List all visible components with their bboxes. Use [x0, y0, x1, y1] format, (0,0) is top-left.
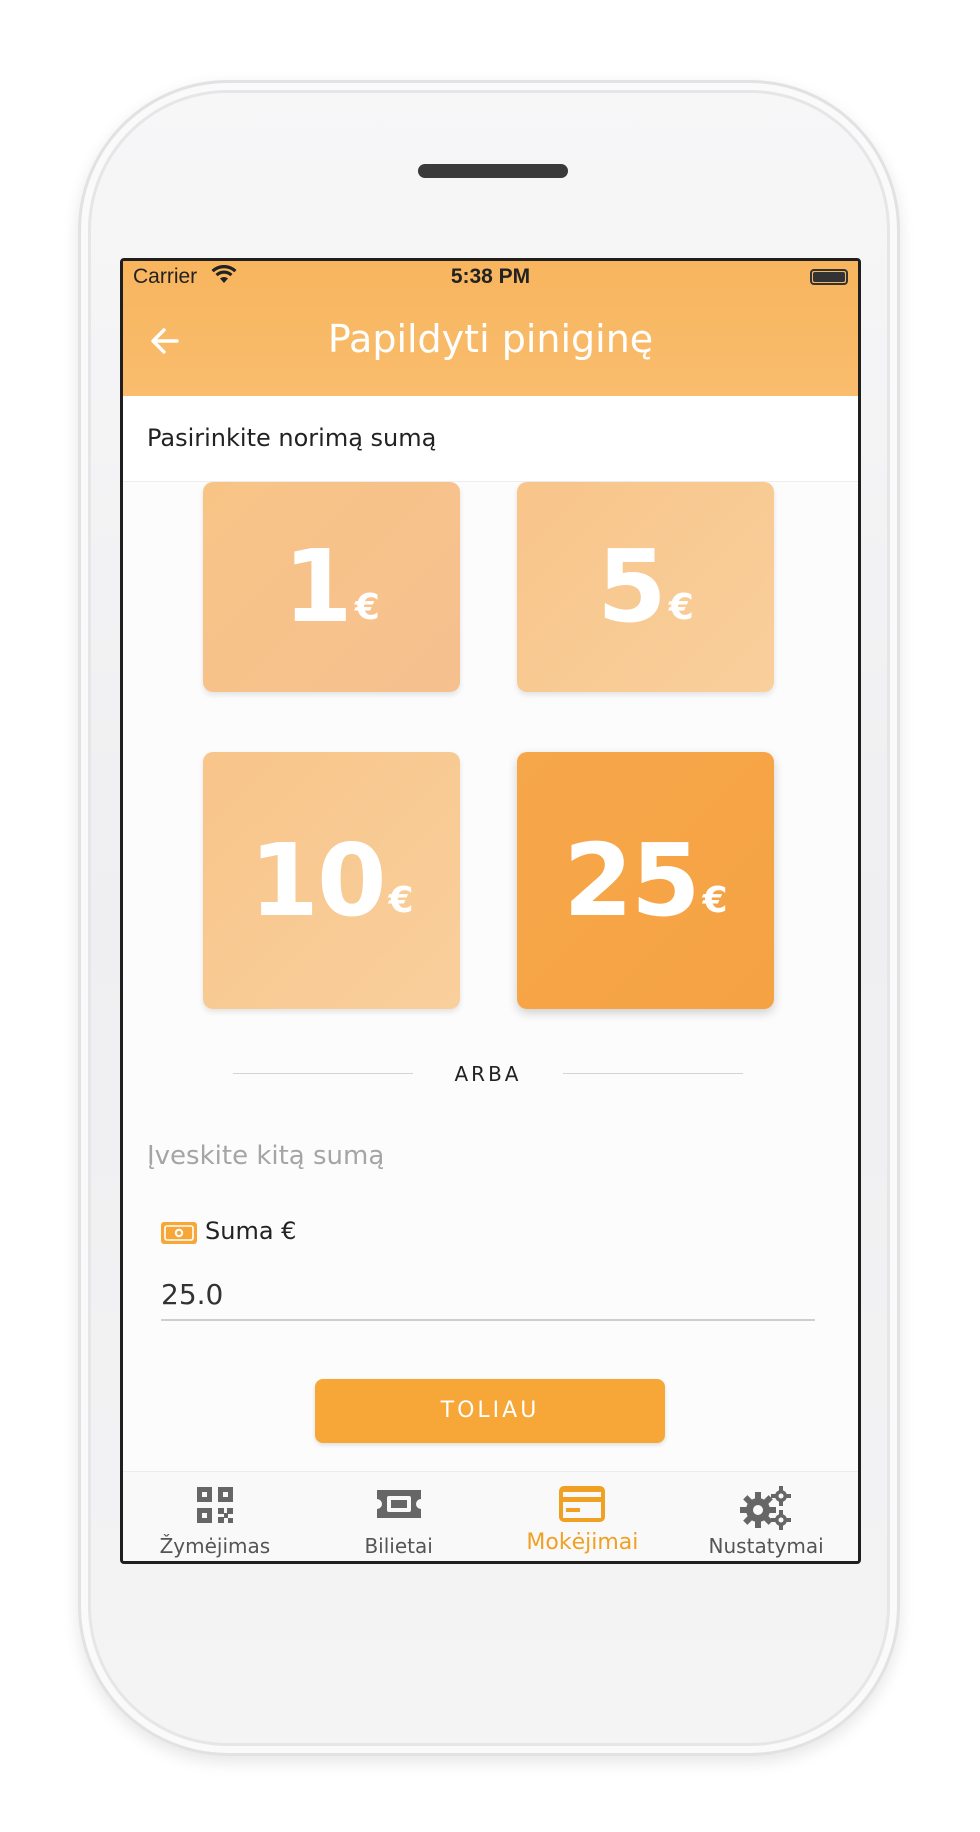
amount-tile-1[interactable]: 1 €	[203, 482, 460, 692]
qr-code-icon	[194, 1484, 236, 1530]
amount-value: 1	[283, 528, 353, 645]
ticket-icon	[374, 1484, 424, 1528]
tab-label: Bilietai	[364, 1534, 433, 1558]
tab-mokejimai[interactable]: Mokėjimai	[491, 1472, 675, 1561]
amount-value: 25	[563, 821, 700, 939]
payment-card-icon	[557, 1484, 607, 1528]
or-divider: ARBA	[233, 1059, 743, 1089]
choose-amount-bar: Pasirinkite norimą sumą	[123, 396, 858, 482]
amount-value: 10	[249, 821, 386, 939]
battery-icon	[810, 269, 848, 285]
app-screen: Carrier 5:38 PM Papildyti piniginę Pasir…	[120, 258, 861, 1564]
sum-label: Suma €	[205, 1217, 297, 1245]
phone-speaker	[418, 164, 568, 178]
next-button[interactable]: TOLIAU	[315, 1379, 665, 1443]
enter-other-amount-label: Įveskite kitą sumą	[147, 1141, 385, 1171]
currency-symbol: €	[354, 586, 380, 628]
bottom-tab-bar: Žymėjimas Bilietai Mokėjimai Nustatymai	[123, 1471, 858, 1561]
tab-zymejimas[interactable]: Žymėjimas	[123, 1472, 307, 1561]
money-icon	[161, 1221, 197, 1249]
status-time: 5:38 PM	[450, 265, 531, 288]
tab-label: Mokėjimai	[526, 1530, 639, 1555]
tab-label: Nustatymai	[708, 1534, 824, 1558]
tab-nustatymai[interactable]: Nustatymai	[674, 1472, 858, 1561]
gears-icon	[738, 1484, 794, 1534]
currency-symbol: €	[668, 586, 694, 628]
sum-input[interactable]	[161, 1269, 815, 1321]
currency-symbol: €	[702, 880, 728, 921]
amount-tile-5[interactable]: 5 €	[517, 482, 774, 692]
status-bar: Carrier 5:38 PM	[123, 261, 858, 291]
sum-field: Suma €	[161, 1217, 815, 1327]
amount-tile-25[interactable]: 25 €	[517, 752, 774, 1009]
or-label: ARBA	[454, 1062, 522, 1086]
choose-amount-label: Pasirinkite norimą sumą	[147, 424, 437, 452]
page-title: Papildyti piniginę	[327, 317, 654, 361]
amount-tile-10[interactable]: 10 €	[203, 752, 460, 1009]
amount-value: 5	[597, 528, 667, 645]
currency-symbol: €	[388, 880, 414, 921]
app-header: Carrier 5:38 PM Papildyti piniginę	[123, 261, 858, 396]
tab-bilietai[interactable]: Bilietai	[307, 1472, 491, 1561]
tab-label: Žymėjimas	[159, 1534, 271, 1558]
divider-line-right	[563, 1073, 743, 1074]
